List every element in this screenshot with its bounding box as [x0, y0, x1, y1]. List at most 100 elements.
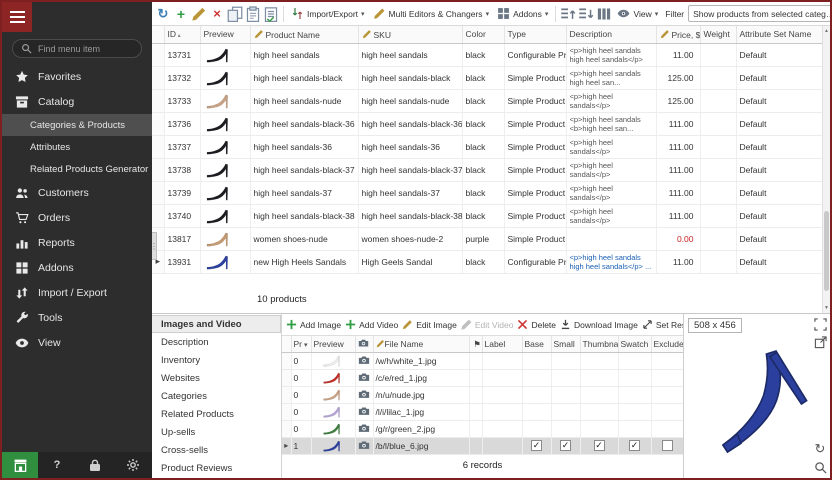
zoom-preview-button[interactable] [813, 460, 827, 474]
sidebar-search-input[interactable]: Find menu item [12, 39, 142, 58]
swatch-checkbox[interactable]: ✓ [629, 440, 640, 451]
vertical-scrollbar[interactable]: ▲ ▼ [822, 26, 830, 313]
base-checkbox[interactable]: ✓ [531, 440, 542, 451]
lock-button[interactable] [76, 452, 114, 478]
delete-image-button[interactable]: Delete [517, 319, 556, 330]
column-header-swatch[interactable]: Swatch [618, 336, 651, 352]
tab-description[interactable]: Description [152, 333, 281, 351]
add-image-button[interactable]: Add Image [286, 319, 341, 330]
tab-inventory[interactable]: Inventory [152, 351, 281, 369]
import-export-menu[interactable]: Import/Export ▾ [288, 6, 368, 21]
exclude-checkbox[interactable] [662, 440, 673, 451]
tab-related-products[interactable]: Related Products [152, 405, 281, 423]
set-resize-rule-button[interactable]: Set Resize Rule▾ [642, 319, 683, 330]
column-header-exclude[interactable]: Exclude [651, 336, 683, 352]
cell-id: 13731 [164, 43, 200, 66]
column-header-preview[interactable]: Preview [200, 26, 250, 43]
tab-up-sells[interactable]: Up-sells [152, 423, 281, 441]
image-row[interactable]: 0/c/e/red_1.jpg [282, 369, 683, 386]
column-header-type[interactable]: Type [504, 26, 566, 43]
paste-button[interactable] [245, 6, 261, 22]
edit-product-button[interactable] [191, 6, 207, 22]
panel-splitter-handle[interactable]: ⋮ [152, 232, 157, 260]
columns-button[interactable] [596, 6, 612, 22]
multi-editors-menu[interactable]: Multi Editors & Changers ▾ [370, 6, 493, 21]
scroll-down-arrow[interactable]: ▼ [823, 303, 830, 313]
expand-preview-button[interactable] [813, 317, 827, 331]
delete-product-button[interactable]: × [209, 6, 225, 22]
settings-button[interactable] [114, 452, 152, 478]
image-row[interactable]: 0/l/i/lilac_1.jpg [282, 403, 683, 420]
scrollbar-thumb[interactable] [824, 211, 829, 291]
column-header-price[interactable]: Price, $ [656, 26, 700, 43]
view-menu[interactable]: View ▾ [614, 6, 661, 21]
column-header-base[interactable]: Base [522, 336, 551, 352]
category-filter-select[interactable]: Show products from selected categories ▾ [688, 5, 830, 22]
refresh-preview-button[interactable]: ↻ [813, 442, 827, 456]
tab-websites[interactable]: Websites [152, 369, 281, 387]
column-header-small[interactable]: Small [551, 336, 580, 352]
sidebar-item-favorites[interactable]: Favorites [2, 64, 152, 89]
small-checkbox[interactable]: ✓ [560, 440, 571, 451]
sort-descending-button[interactable] [578, 6, 594, 22]
tab-cross-sells[interactable]: Cross-sells [152, 441, 281, 459]
column-header-attribute-set-name[interactable]: Attribute Set Name [736, 26, 822, 43]
download-image-button[interactable]: Download Image [560, 319, 638, 330]
sidebar-item-import-export[interactable]: Import / Export [2, 280, 152, 305]
copy-button[interactable] [227, 6, 243, 22]
edit-image-button[interactable]: Edit Image [402, 319, 457, 330]
table-row[interactable]: ▸13931new High Heels SandalsHigh Geels S… [152, 250, 822, 273]
table-row[interactable]: 13731high heel sandalshigh heel sandalsb… [152, 43, 822, 66]
table-row[interactable]: 13817women shoes-nudewomen shoes-nude-2p… [152, 227, 822, 250]
sidebar-item-reports[interactable]: Reports [2, 230, 152, 255]
table-row[interactable]: 13740high heel sandals-black-38high heel… [152, 204, 822, 227]
table-row[interactable]: 13738high heel sandals-black-37high heel… [152, 158, 822, 181]
column-header-camera-icon[interactable] [355, 336, 373, 352]
sidebar-item-customers[interactable]: Customers [2, 180, 152, 205]
scroll-up-arrow[interactable]: ▲ [823, 26, 830, 36]
image-row[interactable]: ▸1/b/l/blue_6.jpg✓✓✓✓ [282, 437, 683, 454]
column-header-weight[interactable]: Weight [700, 26, 736, 43]
add-video-button[interactable]: Add Video [345, 319, 398, 330]
addons-menu[interactable]: Addons ▾ [494, 6, 551, 21]
store-button[interactable] [2, 452, 38, 478]
table-row[interactable]: 13737high heel sandals-36high heel sanda… [152, 135, 822, 158]
sidebar-item-catalog[interactable]: Catalog [2, 89, 152, 114]
sidebar-item-attributes[interactable]: Attributes [2, 136, 152, 158]
open-in-new-window-button[interactable] [813, 335, 827, 349]
table-row[interactable]: 13739high heel sandals-37high heel sanda… [152, 181, 822, 204]
column-header-flag-icon[interactable]: ⚑ [469, 336, 482, 352]
clipboard-button[interactable] [263, 6, 279, 22]
column-header-description[interactable]: Description [566, 26, 656, 43]
column-header-color[interactable]: Color [462, 26, 504, 43]
column-header-preview[interactable]: Preview [311, 336, 355, 352]
image-row[interactable]: 0/w/h/white_1.jpg [282, 352, 683, 369]
thumbnail-checkbox[interactable]: ✓ [594, 440, 605, 451]
table-row[interactable]: 13732high heel sandals-blackhigh heel sa… [152, 66, 822, 89]
column-header-file-name[interactable]: File Name [373, 336, 469, 352]
tab-categories[interactable]: Categories [152, 387, 281, 405]
sort-ascending-button[interactable] [560, 6, 576, 22]
hamburger-menu-button[interactable] [2, 2, 32, 32]
sidebar-item-addons[interactable]: Addons [2, 255, 152, 280]
tab-images-and-video[interactable]: Images and Video [152, 315, 281, 333]
column-header-sku[interactable]: SKU [358, 26, 462, 43]
table-row[interactable]: 13736high heel sandals-black-36high heel… [152, 112, 822, 135]
sidebar-item-related-products-generator[interactable]: Related Products Generator [2, 158, 152, 180]
column-header-label[interactable]: Label [482, 336, 522, 352]
tab-product-reviews[interactable]: Product Reviews [152, 459, 281, 477]
add-product-button[interactable]: + [173, 6, 189, 22]
refresh-button[interactable]: ↻ [155, 6, 171, 22]
column-header-id[interactable]: ID ▴ [164, 26, 200, 43]
image-row[interactable]: 0/n/u/nude.jpg [282, 386, 683, 403]
table-row[interactable]: 13733high heel sandals-nudehigh heel san… [152, 89, 822, 112]
image-row[interactable]: 0/g/r/green_2.jpg [282, 420, 683, 437]
column-header-pr[interactable]: Pr ▾ [291, 336, 311, 352]
sidebar-item-orders[interactable]: Orders [2, 205, 152, 230]
sidebar-item-view[interactable]: View [2, 330, 152, 355]
column-header-thumbna[interactable]: Thumbna [580, 336, 618, 352]
sidebar-item-categories-and-products[interactable]: Categories & Products [2, 114, 152, 136]
help-button[interactable]: ? [38, 452, 76, 478]
sidebar-item-tools[interactable]: Tools [2, 305, 152, 330]
column-header-product-name[interactable]: Product Name [250, 26, 358, 43]
